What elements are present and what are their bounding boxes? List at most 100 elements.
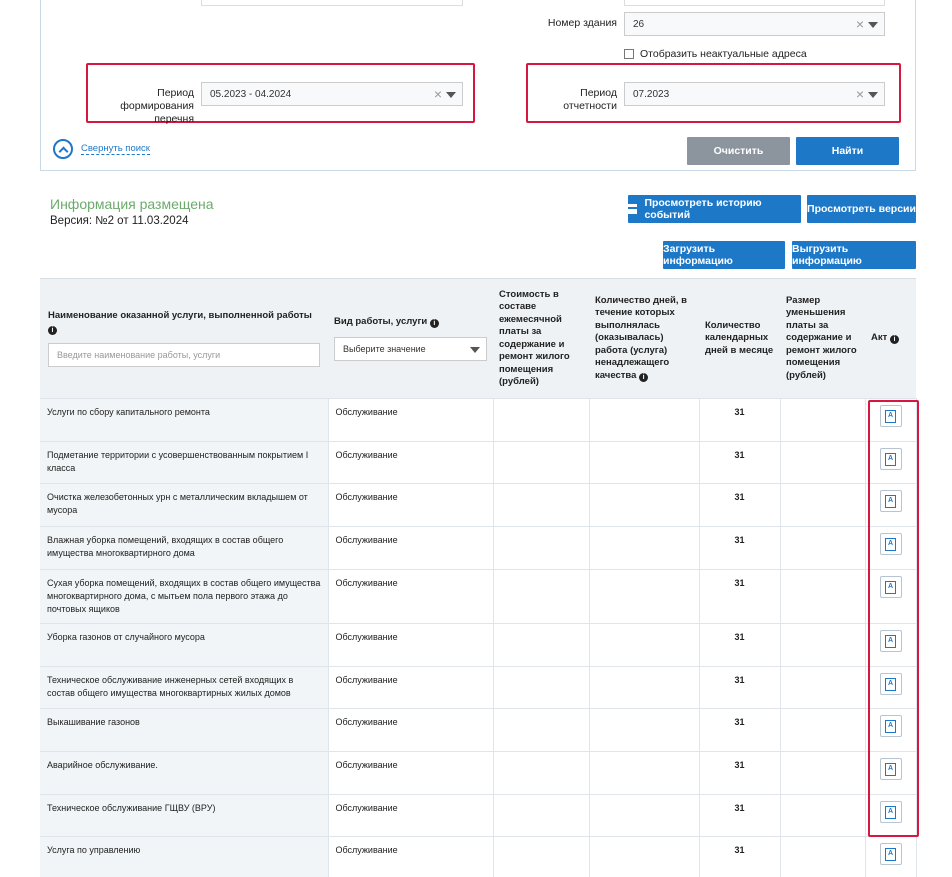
cell-cost <box>493 569 590 624</box>
cell-bad-days <box>589 483 700 527</box>
report-period-select[interactable]: 07.2023 × <box>624 82 885 106</box>
period-select[interactable]: 05.2023 - 04.2024 × <box>201 82 463 106</box>
report-period-label: Период отчетности <box>563 87 617 112</box>
cell-name: Услуги по сбору капитального ремонта <box>40 398 329 442</box>
cell-reduction <box>780 751 866 795</box>
download-info-button[interactable]: Выгрузить информацию <box>792 241 916 269</box>
act-document-button[interactable]: A <box>879 843 902 865</box>
cell-name: Техническое обслуживание инженерных сете… <box>40 666 329 709</box>
cell-cal-days: 31 <box>699 483 781 527</box>
clear-icon[interactable]: × <box>434 87 442 101</box>
cell-type: Обслуживание <box>328 751 494 795</box>
cell-name: Уборка газонов от случайного мусора <box>40 623 329 667</box>
col-header-reduction: Размер уменьшения платы за содержание и … <box>780 278 865 399</box>
table-row: Влажная уборка помещений, входящих в сос… <box>40 526 917 570</box>
col-header-act: Акт i <box>865 278 916 399</box>
cell-reduction <box>780 623 866 667</box>
view-versions-button[interactable]: Просмотреть версии <box>807 195 916 223</box>
cell-type: Обслуживание <box>328 398 494 442</box>
cell-bad-days <box>589 836 700 877</box>
address-field-partial[interactable] <box>201 0 463 6</box>
building-number-value: 26 <box>633 18 645 30</box>
cell-reduction <box>780 526 866 570</box>
table-row: Аварийное обслуживание. Обслуживание 31 A <box>40 751 917 795</box>
col-header-name: Наименование оказанной услуги, выполненн… <box>40 278 328 399</box>
col-header-type: Вид работы, услуги i Выберите значение <box>328 278 493 399</box>
cell-cal-days: 31 <box>699 708 781 752</box>
cell-name: Очистка железобетонных урн с металлическ… <box>40 483 329 527</box>
cell-name: Аварийное обслуживание. <box>40 751 329 795</box>
cell-name: Выкашивание газонов <box>40 708 329 752</box>
cell-reduction <box>780 836 866 877</box>
chevron-down-icon[interactable] <box>868 92 878 98</box>
cell-cal-days: 31 <box>699 794 781 837</box>
cell-cost <box>493 526 590 570</box>
col-header-cal-days: Количество календарных дней в месяце <box>699 278 780 399</box>
cell-bad-days <box>589 569 700 624</box>
cell-reduction <box>780 441 866 484</box>
col-header-cost: Стоимость в составе ежемесячной платы за… <box>493 278 589 399</box>
cell-cost <box>493 836 590 877</box>
table-header-row: Наименование оказанной услуги, выполненн… <box>40 278 916 399</box>
info-status-title: Информация размещена <box>50 196 214 212</box>
cell-cal-days: 31 <box>699 836 781 877</box>
clear-button[interactable]: Очистить <box>687 137 790 165</box>
clear-icon[interactable]: × <box>856 87 864 101</box>
show-inactive-checkbox[interactable]: Отобразить неактуальные адреса <box>624 48 807 60</box>
cell-reduction <box>780 569 866 624</box>
name-filter-input[interactable]: Введите наименование работы, услуги <box>48 343 320 367</box>
type-filter-select[interactable]: Выберите значение <box>334 336 487 361</box>
col-bad-days-label: Количество дней, в течение которых выпол… <box>595 294 688 381</box>
cell-reduction <box>780 483 866 527</box>
cell-reduction <box>780 666 866 709</box>
info-icon[interactable]: i <box>429 319 439 329</box>
info-icon[interactable]: i <box>889 335 899 345</box>
collapse-search-label[interactable]: Свернуть поиск <box>81 143 150 155</box>
calendar-icon <box>628 204 638 214</box>
table-row: Услуги по сбору капитального ремонта Обсл… <box>40 398 917 442</box>
cell-cost <box>493 483 590 527</box>
type-filter-value: Выберите значение <box>343 343 426 354</box>
col-act-label: Акт <box>871 332 888 344</box>
col-cal-days-label: Количество календарных дней в месяце <box>705 319 774 356</box>
cell-cost <box>493 666 590 709</box>
info-icon[interactable]: i <box>48 325 57 335</box>
cell-cal-days: 31 <box>699 441 781 484</box>
clear-icon[interactable]: × <box>856 17 864 31</box>
street-field-partial[interactable] <box>624 0 885 6</box>
chevron-down-icon[interactable] <box>470 346 480 353</box>
upload-info-button[interactable]: Загрузить информацию <box>663 241 785 269</box>
cell-cost <box>493 623 590 667</box>
cell-reduction <box>780 708 866 752</box>
table-row: Очистка железобетонных урн с металлическ… <box>40 483 917 527</box>
cell-name: Влажная уборка помещений, входящих в сос… <box>40 526 329 570</box>
cell-reduction <box>780 794 866 837</box>
cell-cal-days: 31 <box>699 526 781 570</box>
highlight-act-column <box>868 400 919 837</box>
cell-type: Обслуживание <box>328 794 494 837</box>
view-history-button[interactable]: Просмотреть историю событий <box>628 195 801 223</box>
checkbox-box[interactable] <box>624 49 634 59</box>
table-row: Уборка газонов от случайного мусора Обслу… <box>40 623 917 667</box>
table-row: Техническое обслуживание инженерных сете… <box>40 666 917 709</box>
chevron-down-icon[interactable] <box>868 22 878 28</box>
cell-type: Обслуживание <box>328 483 494 527</box>
cell-cost <box>493 398 590 442</box>
cell-cost <box>493 708 590 752</box>
info-icon[interactable]: i <box>639 372 649 382</box>
chevron-down-icon[interactable] <box>446 92 456 98</box>
cell-reduction <box>780 398 866 442</box>
cell-cal-days: 31 <box>699 751 781 795</box>
table-row: Техническое обслуживание ГЩВУ (ВРУ) Обслу… <box>40 794 917 837</box>
building-number-select[interactable]: 26 × <box>624 12 885 36</box>
report-period-value: 07.2023 <box>633 88 670 100</box>
cell-type: Обслуживание <box>328 526 494 570</box>
cell-cal-days: 31 <box>699 623 781 667</box>
table-row: Услуга по управлению Обслуживание 31 A <box>40 836 917 877</box>
view-history-label: Просмотреть историю событий <box>644 197 762 221</box>
collapse-search-toggle[interactable]: Свернуть поиск <box>53 139 150 159</box>
period-label: Период формирования перечня <box>120 87 194 125</box>
chevron-up-icon[interactable] <box>53 139 73 159</box>
find-button[interactable]: Найти <box>796 137 899 165</box>
cell-type: Обслуживание <box>328 666 494 709</box>
